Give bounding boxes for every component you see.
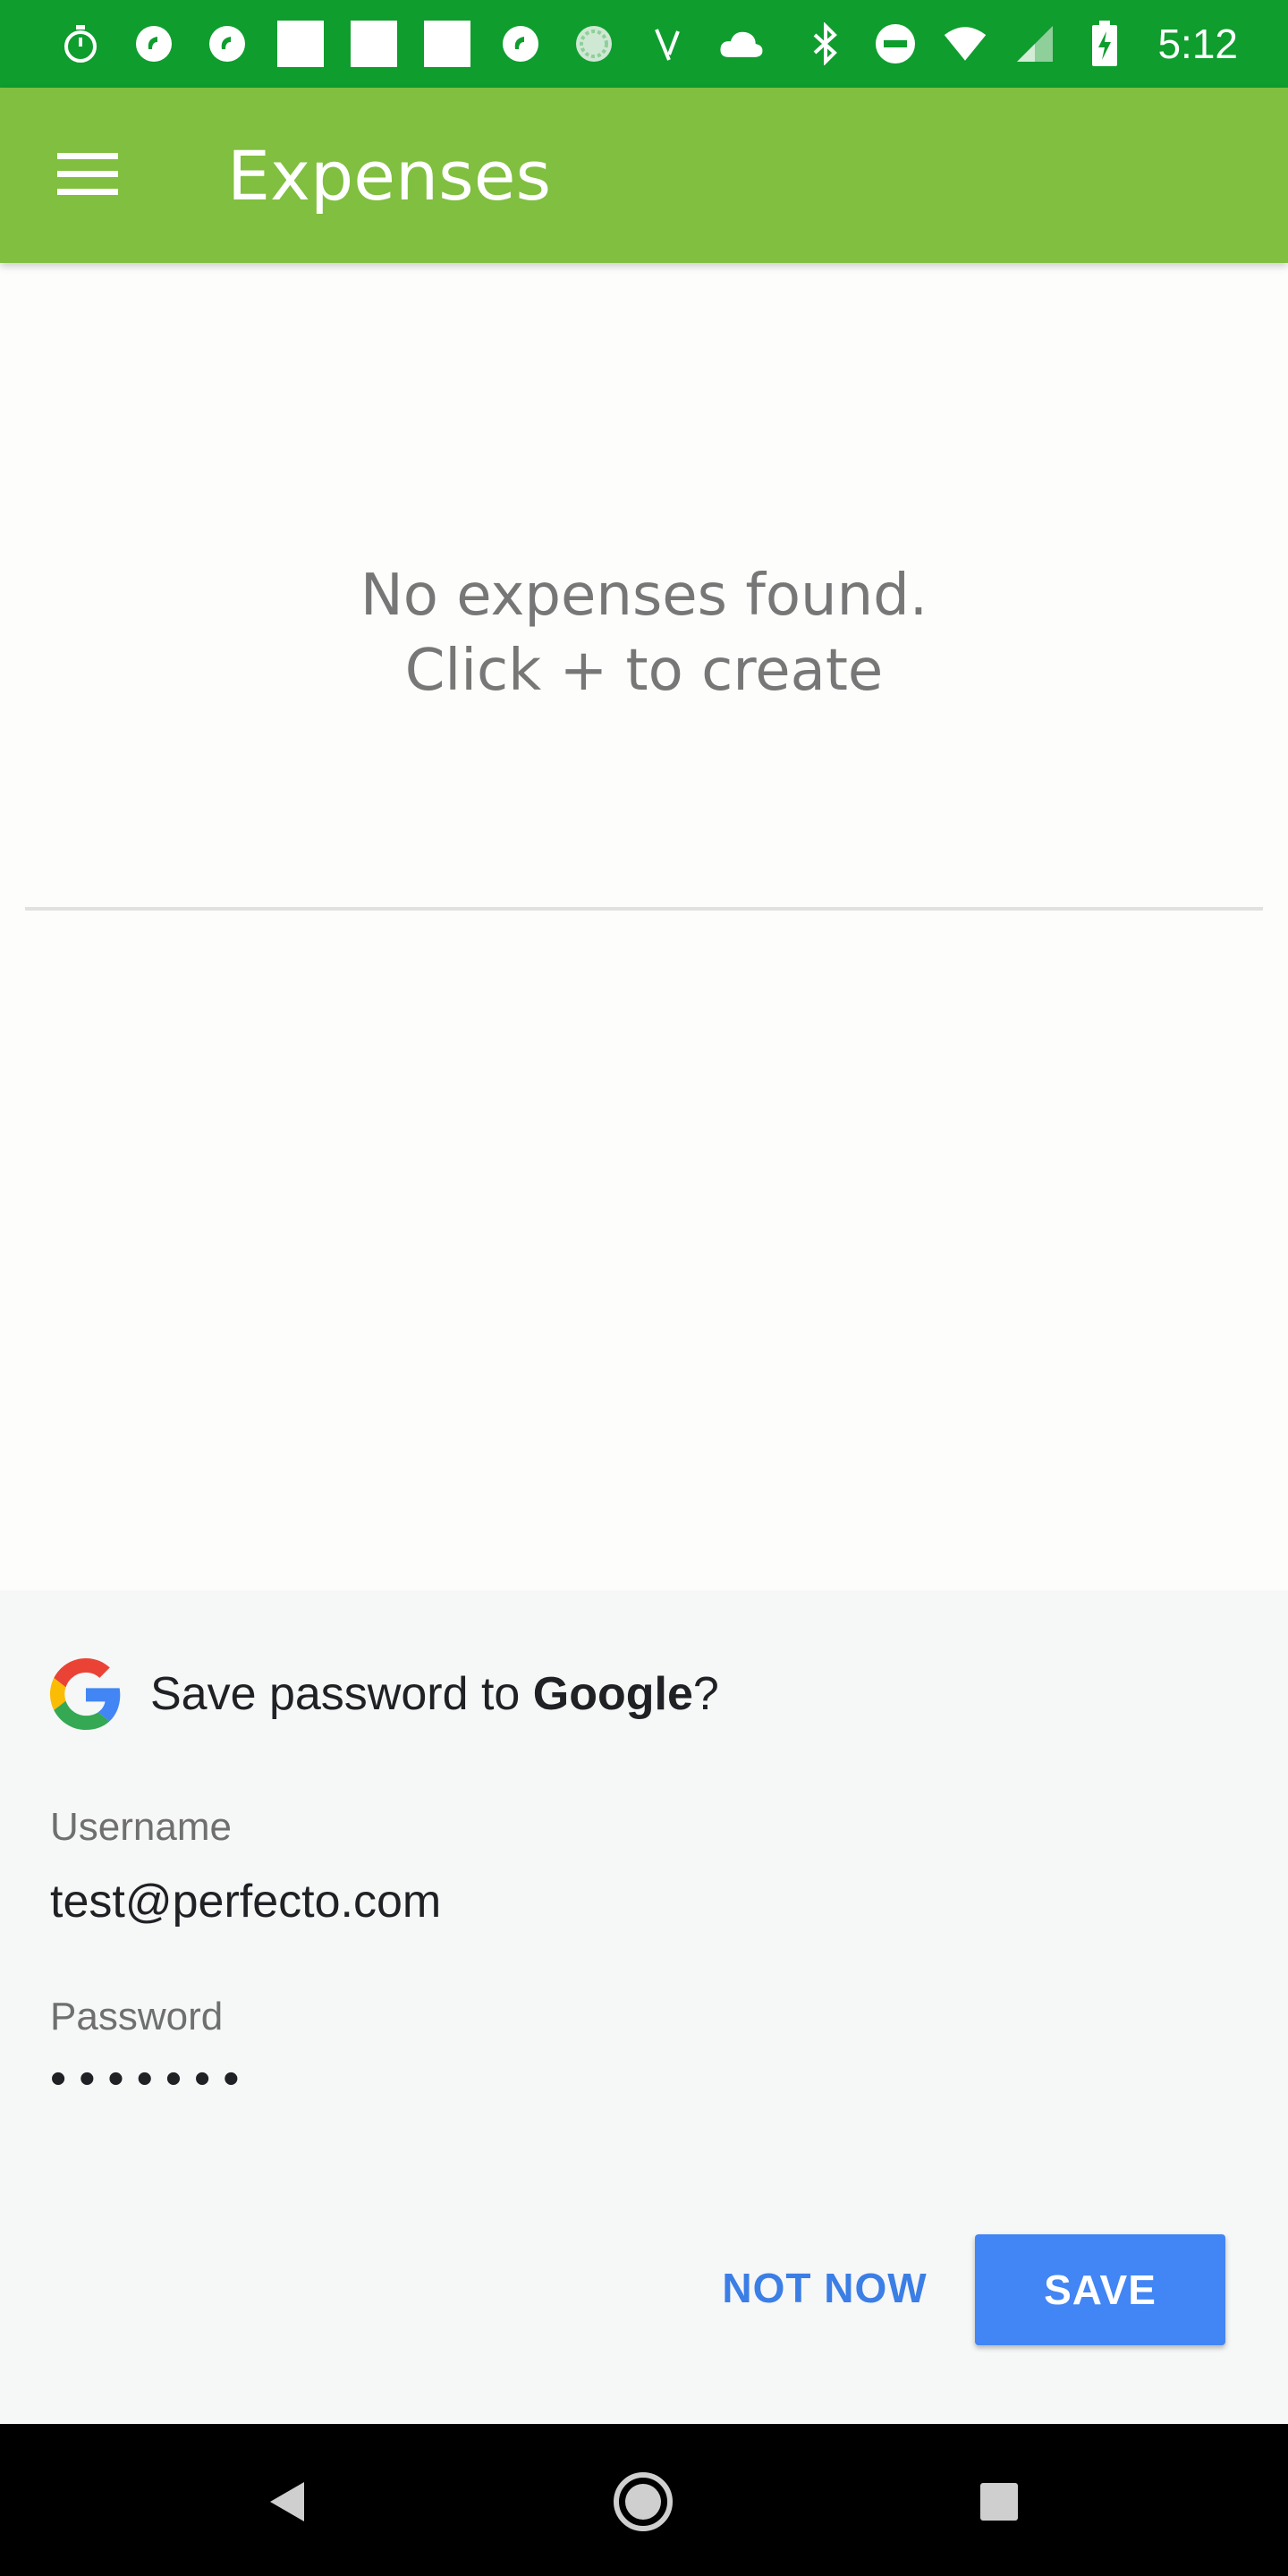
back-icon [265,2477,309,2531]
app-notification-icon [204,21,250,67]
menu-icon [57,151,118,200]
bluetooth-icon [803,21,848,66]
recents-icon [978,2480,1021,2528]
expenses-list: No expenses found. Click + to create [0,263,1288,1590]
back-button[interactable] [247,2463,327,2544]
sync-icon [571,21,617,67]
sheet-title-prefix: Save password to [150,1668,533,1720]
home-icon [612,2470,674,2538]
cloud-icon [717,21,764,67]
divider [25,907,1263,911]
sheet-title-suffix: ? [692,1668,719,1720]
sheet-header: Save password to Google? [50,1658,719,1730]
navigation-bar [0,2424,1288,2576]
app-notification-icon [131,21,177,67]
sheet-title-brand: Google [532,1668,693,1720]
notification-icons [57,21,764,67]
empty-state-line-1: No expenses found. [360,563,928,629]
app-notification-icon [497,21,544,67]
battery-icon [1082,21,1127,66]
stopwatch-icon [57,21,104,67]
recents-button[interactable] [959,2463,1039,2544]
app-bar: Expenses [0,88,1288,263]
password-label: Password [50,1995,224,2038]
tools-icon [644,21,691,67]
not-now-button[interactable]: NOT NOW [708,2234,941,2342]
username-value: test@perfecto.com [50,1876,442,1928]
square-notification-icon [424,21,470,67]
save-password-sheet: Save password to Google? Username test@p… [0,1590,1288,2424]
square-notification-icon [277,21,324,67]
save-button[interactable]: SAVE [975,2234,1225,2345]
system-status-icons: 5:12 [803,20,1238,68]
wifi-icon [943,21,987,66]
square-notification-icon [351,21,397,67]
home-button[interactable] [603,2463,683,2544]
page-title: Expenses [227,135,552,216]
status-bar: 5:12 [0,0,1288,88]
password-value: ••••••• [50,2053,252,2105]
username-label: Username [50,1805,232,1849]
status-time: 5:12 [1157,21,1238,67]
menu-button[interactable] [34,122,141,229]
sheet-title: Save password to Google? [150,1667,719,1721]
empty-state-line-2: Click + to create [404,638,884,704]
empty-state-message: No expenses found. Click + to create [0,558,1288,708]
signal-icon [1013,21,1057,66]
google-logo-icon [50,1658,122,1730]
do-not-disturb-icon [873,21,918,66]
